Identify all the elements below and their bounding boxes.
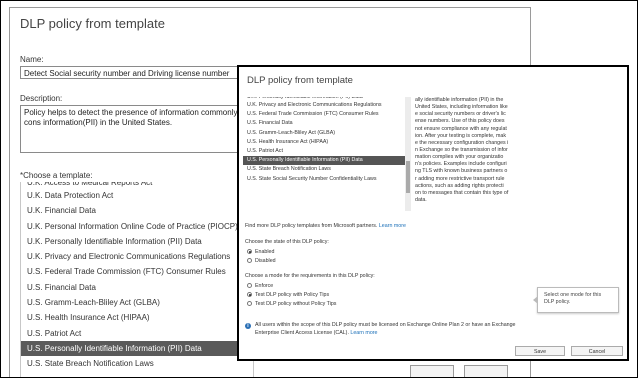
state-enabled-radio[interactable] <box>247 249 252 254</box>
description-line: not ensure compliance with any regulat <box>415 125 507 132</box>
template-list-scrollbar[interactable] <box>405 97 411 211</box>
state-label: Choose the state of this DLP policy: <box>245 239 329 245</box>
mode-test-without-tips-radio[interactable] <box>247 301 252 306</box>
template-item[interactable]: U.S. Health Insurance Act (HIPAA) <box>21 310 253 325</box>
front-template-item[interactable]: U.K. Privacy and Electronic Communicatio… <box>243 101 407 110</box>
license-note-line2: Enterprise Client Access License (CAL). … <box>255 330 378 336</box>
scrollbar-thumb[interactable] <box>406 161 410 193</box>
name-label: Name: <box>20 55 44 64</box>
front-template-list[interactable]: U.K. Personally Identifiable Information… <box>243 97 407 211</box>
license-note-text: Enterprise Client Access License (CAL). <box>255 330 349 336</box>
more-templates-text: Find more DLP policy templates from Micr… <box>245 223 406 229</box>
description-line: ion. After your testing is complete, mak <box>415 132 506 139</box>
front-dialog: DLP policy from template U.K. Personally… <box>237 65 629 361</box>
description-line: r adding more restrictive transport rule <box>415 175 505 182</box>
template-list[interactable]: U.K. Access to Medical Reports Act U.K. D… <box>20 182 254 377</box>
back-cancel-button[interactable] <box>464 365 508 377</box>
description-label: Description: <box>20 94 63 103</box>
front-template-item[interactable]: U.S. Health Insurance Act (HIPAA) <box>243 138 407 147</box>
template-item[interactable]: U.K. Privacy and Electronic Communicatio… <box>21 249 253 264</box>
template-description: ally identifiable information (PII) in t… <box>415 97 535 213</box>
description-line: ng TLS with known business partners o <box>415 168 508 175</box>
more-templates-link[interactable]: Learn more <box>379 223 406 229</box>
template-item[interactable]: U.K. Personal Information Online Code of… <box>21 219 253 234</box>
description-line: e social security numbers or driver's li… <box>415 111 506 118</box>
mode-enforce-radio[interactable] <box>247 283 252 288</box>
description-line: e the necessary configuration changes i <box>415 139 509 146</box>
template-item[interactable]: U.S. Financial Data <box>21 280 253 295</box>
description-line: n Exchange so the transmission of infor <box>415 146 508 153</box>
description-line: ense numbers. Use of this policy does <box>415 118 505 125</box>
back-save-button[interactable] <box>410 365 454 377</box>
state-disabled-radio[interactable] <box>247 258 252 263</box>
description-line: actions, such as adding rights protecti <box>415 182 504 189</box>
template-item[interactable]: U.S. Gramm-Leach-Bliley Act (GLBA) <box>21 295 253 310</box>
description-line: data. <box>415 196 427 203</box>
back-dialog-title: DLP policy from template <box>20 16 165 31</box>
mode-test-with-tips-radio[interactable] <box>247 292 252 297</box>
cancel-button[interactable]: Cancel <box>571 346 623 356</box>
front-template-item[interactable]: U.S. Patriot Act <box>243 147 407 156</box>
template-item[interactable]: U.K. Financial Data <box>21 203 253 218</box>
screenshot-frame: DLP policy from template Name: Detect So… <box>0 0 638 378</box>
description-line: on to messages that contain this type of <box>415 189 509 196</box>
front-template-item[interactable]: U.S. Federal Trade Commission (FTC) Cons… <box>243 110 407 119</box>
template-item[interactable]: U.S. Federal Trade Commission (FTC) Cons… <box>21 264 253 279</box>
front-template-item[interactable]: U.S. State Breach Notification Laws <box>243 165 407 174</box>
mode-label: Choose a mode for the requirements in th… <box>245 273 375 279</box>
mode-tooltip: Select one mode for this DLP policy. <box>533 287 619 313</box>
mode-test-without-tips-label: Test DLP policy without Policy Tips <box>255 301 337 307</box>
template-item[interactable]: U.S. Personally Identifiable Information… <box>21 340 253 357</box>
choose-template-label: *Choose a template: <box>20 171 93 180</box>
description-line: ally identifiable information (PII) in t… <box>415 97 504 103</box>
template-item[interactable]: U.S. State Breach Notification Laws <box>21 356 253 371</box>
template-item[interactable]: U.K. Data Protection Act <box>21 188 253 203</box>
front-dialog-title: DLP policy from template <box>247 75 353 86</box>
save-button[interactable]: Save <box>515 346 565 356</box>
template-item[interactable]: U.S. Patriot Act <box>21 326 253 341</box>
description-line: mation complies with your organizatio <box>415 154 504 161</box>
info-icon: i <box>245 323 251 329</box>
description-line: n's policies. Examples include configuri <box>415 161 507 168</box>
template-item[interactable]: U.K. Personally Identifiable Information… <box>21 234 253 249</box>
license-note-line1: All users within the scope of this DLP p… <box>255 322 516 328</box>
mode-enforce-label: Enforce <box>255 283 274 289</box>
front-template-item[interactable]: U.S. State Social Security Number Confid… <box>243 175 407 184</box>
front-template-item[interactable]: U.S. Financial Data <box>243 119 407 128</box>
description-line: United States, including information lik… <box>415 104 508 111</box>
state-enabled-label: Enabled <box>255 249 275 255</box>
mode-test-with-tips-label: Test DLP policy with Policy Tips <box>255 292 330 298</box>
more-templates-label: Find more DLP policy templates from Micr… <box>245 223 378 229</box>
state-disabled-label: Disabled <box>255 258 276 264</box>
front-template-item[interactable]: U.S. Personally Identifiable Information… <box>243 156 407 166</box>
description-textarea[interactable]: Policy helps to detect the presence of i… <box>20 105 252 153</box>
license-learn-more-link[interactable]: Learn more <box>350 330 377 336</box>
front-template-item[interactable]: U.S. Gramm-Leach-Bliley Act (GLBA) <box>243 129 407 138</box>
